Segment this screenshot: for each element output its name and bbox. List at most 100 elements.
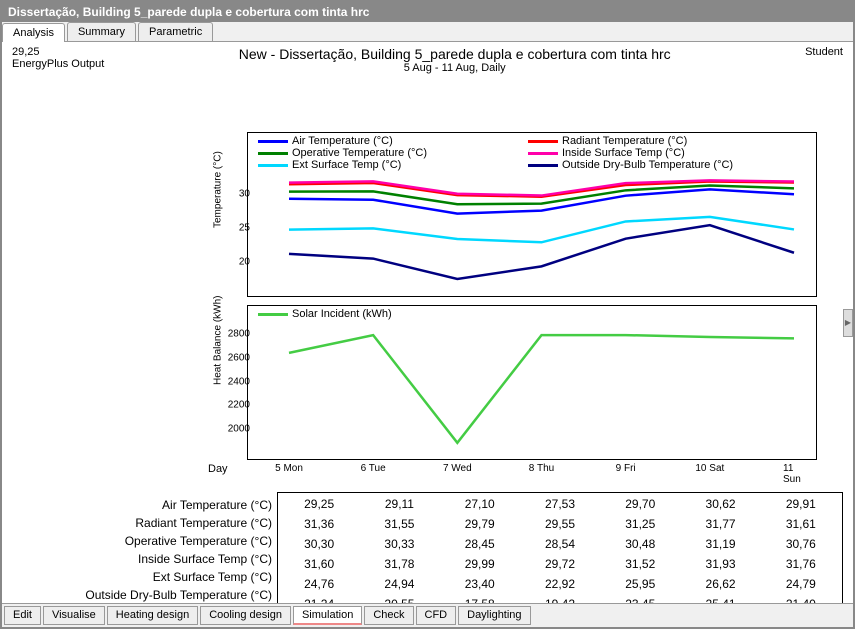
y-tick: 2600 (228, 352, 250, 363)
tab-analysis[interactable]: Analysis (2, 23, 65, 42)
row-headers: Air Temperature (°C)Radiant Temperature … (12, 492, 277, 603)
x-tick: 5 Mon (275, 463, 303, 474)
legend-swatch-icon (528, 164, 558, 167)
table-cell: 30,33 (360, 535, 438, 553)
chart-area: Air Temperature (°C) Radiant Temperature … (247, 132, 817, 460)
heat-ylabel: Heat Balance (kWh) (213, 295, 224, 384)
tabs-bottom: EditVisualiseHeating designCooling desig… (2, 603, 853, 627)
row-header: Radiant Temperature (°C) (12, 514, 272, 532)
table-cell: 31,78 (360, 555, 438, 573)
table-row: 31,6031,7829,9929,7231,5231,9331,76 (280, 555, 840, 573)
legend-swatch-icon (528, 140, 558, 143)
legend-swatch-icon (258, 152, 288, 155)
heat-plot (254, 322, 810, 447)
y-tick: 2800 (228, 328, 250, 339)
table-cell: 24,76 (280, 575, 358, 593)
table-cell: 27,53 (521, 495, 599, 513)
legend-item: Inside Surface Temp (°C) (528, 147, 778, 159)
y-tick: 2200 (228, 400, 250, 411)
data-table: Air Temperature (°C)Radiant Temperature … (12, 492, 843, 603)
header-center: New - Dissertação, Building 5_parede dup… (239, 46, 671, 74)
table-cell: 31,25 (601, 515, 679, 533)
header-left: 29,25 EnergyPlus Output (12, 46, 104, 70)
table-row: 29,2529,1127,1027,5329,7030,6229,91 (280, 495, 840, 513)
x-tick: 6 Tue (361, 463, 386, 474)
tab-parametric[interactable]: Parametric (138, 22, 213, 41)
legend-swatch-icon (258, 140, 288, 143)
legend-label: Inside Surface Temp (°C) (562, 147, 685, 159)
table-cell: 26,62 (681, 575, 759, 593)
table-cell: 24,94 (360, 575, 438, 593)
table-cell: 21,24 (280, 595, 358, 603)
table-cell: 31,76 (762, 555, 840, 573)
table-cell: 31,55 (360, 515, 438, 533)
table-cell: 31,60 (280, 555, 358, 573)
y-tick: 2400 (228, 376, 250, 387)
table-cell: 20,55 (360, 595, 438, 603)
data-grid: 29,2529,1127,1027,5329,7030,6229,91 31,36… (277, 492, 843, 603)
table-cell: 30,30 (280, 535, 358, 553)
table-cell: 29,25 (280, 495, 358, 513)
table-cell: 29,79 (441, 515, 519, 533)
legend-swatch-icon (528, 152, 558, 155)
temperature-chart: Air Temperature (°C) Radiant Temperature … (247, 132, 817, 297)
table-cell: 28,45 (441, 535, 519, 553)
table-cell: 19,42 (521, 595, 599, 603)
temperature-plot (254, 173, 810, 283)
bottom-tab-daylighting[interactable]: Daylighting (458, 606, 530, 625)
table-row: 21,2420,5517,5819,4223,4525,4121,40 (280, 595, 840, 603)
table-cell: 23,40 (441, 575, 519, 593)
table-cell: 29,72 (521, 555, 599, 573)
output-source: EnergyPlus Output (12, 58, 104, 70)
row-header: Operative Temperature (°C) (12, 532, 272, 550)
legend-item: Operative Temperature (°C) (258, 147, 508, 159)
table-cell: 23,45 (601, 595, 679, 603)
content-area: 29,25 EnergyPlus Output New - Dissertaçã… (2, 42, 853, 603)
x-tick: 10 Sat (695, 463, 724, 474)
y-tick: 20 (239, 257, 250, 268)
x-tick: 9 Fri (616, 463, 636, 474)
page-subtitle: 5 Aug - 11 Aug, Daily (239, 62, 671, 74)
expand-handle-icon[interactable] (843, 309, 853, 337)
table-cell: 22,92 (521, 575, 599, 593)
x-tick: 11 Sun (783, 463, 805, 485)
table-cell: 29,70 (601, 495, 679, 513)
table-cell: 29,11 (360, 495, 438, 513)
tab-summary[interactable]: Summary (67, 22, 136, 41)
x-tick: 7 Wed (443, 463, 472, 474)
header-row: 29,25 EnergyPlus Output New - Dissertaçã… (2, 42, 853, 74)
bottom-tab-cfd[interactable]: CFD (416, 606, 457, 625)
table-cell: 30,48 (601, 535, 679, 553)
legend-item: Air Temperature (°C) (258, 135, 508, 147)
bottom-tab-cooling-design[interactable]: Cooling design (200, 606, 291, 625)
row-header: Inside Surface Temp (°C) (12, 550, 272, 568)
table-cell: 31,52 (601, 555, 679, 573)
table-cell: 25,41 (681, 595, 759, 603)
legend-label: Ext Surface Temp (°C) (292, 159, 401, 171)
row-header: Air Temperature (°C) (12, 496, 272, 514)
bottom-tab-visualise[interactable]: Visualise (43, 606, 105, 625)
x-axis-label: Day (208, 463, 228, 475)
table-cell: 31,36 (280, 515, 358, 533)
series-line (289, 335, 794, 443)
table-cell: 31,61 (762, 515, 840, 533)
heat-legend: Solar Incident (kWh) (248, 306, 816, 322)
bottom-tab-edit[interactable]: Edit (4, 606, 41, 625)
bottom-tab-check[interactable]: Check (364, 606, 413, 625)
table-row: 31,3631,5529,7929,5531,2531,7731,61 (280, 515, 840, 533)
table-row: 24,7624,9423,4022,9225,9526,6224,79 (280, 575, 840, 593)
y-tick: 2000 (228, 424, 250, 435)
corner-value: 29,25 (12, 46, 104, 58)
table-cell: 29,55 (521, 515, 599, 533)
table-cell: 27,10 (441, 495, 519, 513)
temperature-ylabel: Temperature (°C) (213, 151, 224, 228)
bottom-tab-simulation[interactable]: Simulation (293, 606, 362, 625)
legend-item: Ext Surface Temp (°C) (258, 159, 508, 171)
table-cell: 25,95 (601, 575, 679, 593)
main-window: Dissertação, Building 5_parede dupla e c… (0, 0, 855, 629)
table-row: 30,3030,3328,4528,5430,4831,1930,76 (280, 535, 840, 553)
legend-label: Radiant Temperature (°C) (562, 135, 687, 147)
bottom-tab-heating-design[interactable]: Heating design (107, 606, 198, 625)
window-titlebar: Dissertação, Building 5_parede dupla e c… (2, 2, 853, 22)
table-cell: 30,76 (762, 535, 840, 553)
